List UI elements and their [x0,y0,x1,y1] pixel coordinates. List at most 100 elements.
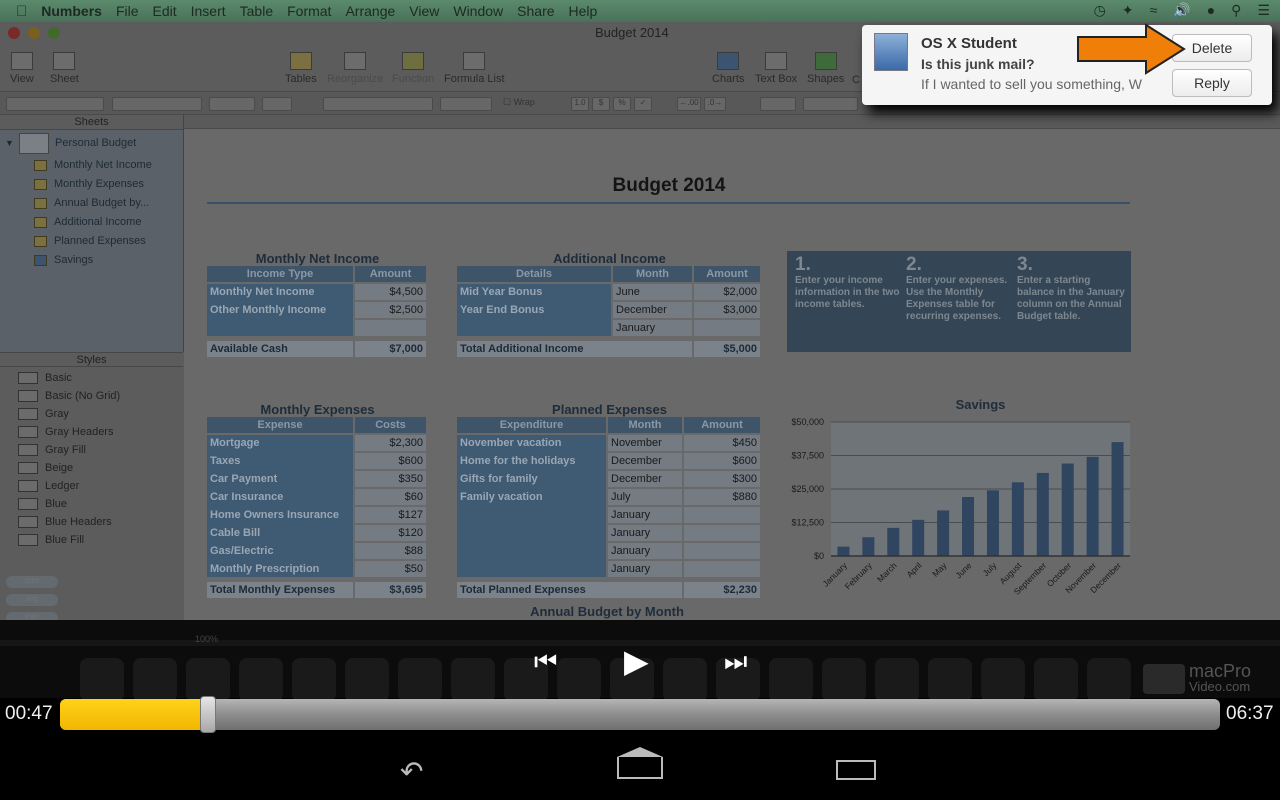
cell-value[interactable]: $300 [684,471,760,487]
total-label[interactable]: Total Planned Expenses [457,582,682,598]
dock-app-icon[interactable] [1034,658,1078,702]
seek-thumb[interactable] [199,696,216,733]
menu-share[interactable]: Share [517,3,554,19]
notification-center-icon[interactable]: ☰ [1257,2,1270,19]
cell-value[interactable]: $2,300 [355,435,426,451]
cell-value[interactable]: $600 [684,453,760,469]
cell-value[interactable] [355,320,426,336]
cell-value[interactable] [684,507,760,523]
border-select[interactable] [760,97,796,111]
menu-window[interactable]: Window [453,3,503,19]
column-header[interactable]: Amount [684,417,760,433]
shapes-button[interactable]: Shapes [807,52,844,85]
style-select[interactable] [6,97,104,111]
row-label[interactable] [457,320,611,336]
style-item[interactable]: Gray Headers [0,423,184,441]
row-label[interactable]: Family vacation [457,489,606,505]
row-label[interactable] [457,543,606,559]
row-label[interactable]: Home for the holidays [457,453,606,469]
row-label[interactable]: Other Monthly Income [207,302,353,318]
row-label[interactable]: Home Owners Insurance [207,507,353,523]
quick-function-sum[interactable]: sum [6,576,58,588]
apple-menu-icon[interactable]:  [16,3,27,20]
cell-value[interactable]: January [613,320,692,336]
volume-icon[interactable]: 🔊 [1173,2,1190,19]
menu-format[interactable]: Format [287,3,331,19]
total-value[interactable]: $3,695 [355,582,426,598]
text-box-button[interactable]: Text Box [755,52,797,85]
table-planned[interactable]: Planned Expenses Expenditure Month Amount No… [457,402,762,598]
menu-help[interactable]: Help [569,3,598,19]
view-button[interactable]: View [10,52,34,85]
style-item[interactable]: Beige [0,459,184,477]
menu-arrange[interactable]: Arrange [345,3,395,19]
sidebar-table-item[interactable]: Annual Budget by... [0,194,183,213]
column-header[interactable]: Income Type [207,266,353,282]
column-header[interactable]: Month [608,417,682,433]
seek-bar[interactable] [60,696,1220,733]
cell-value[interactable]: $600 [355,453,426,469]
tables-button[interactable]: Tables [285,52,317,85]
dock-app-icon[interactable] [557,658,601,702]
column-header[interactable]: Expense [207,417,353,433]
savings-chart[interactable]: Savings$0$12,500$25,000$37,500$50,000Jan… [780,391,1150,631]
stroke-select[interactable] [803,97,858,111]
cell-value[interactable]: December [608,453,682,469]
decrease-decimal-button[interactable]: .0→ [704,97,726,111]
cell-value[interactable]: January [608,507,682,523]
table-net-income[interactable]: Monthly Net Income Income Type Amount Month… [207,251,428,357]
column-header[interactable]: Amount [694,266,760,282]
spotlight-icon[interactable]: ⚲ [1231,2,1241,19]
dock-app-icon[interactable] [345,658,389,702]
total-label[interactable]: Total Monthly Expenses [207,582,353,598]
sidebar-table-item[interactable]: Additional Income [0,213,183,232]
vertical-alignment-buttons[interactable] [440,97,492,111]
reorganize-button[interactable]: Reorganize [327,52,383,85]
menu-insert[interactable]: Insert [191,3,226,19]
column-header[interactable]: Month [613,266,692,282]
user-icon[interactable]: ● [1207,2,1215,19]
dock-app-icon[interactable] [981,658,1025,702]
cell-value[interactable]: January [608,561,682,577]
dock-app-icon[interactable] [398,658,442,702]
dock-app-icon[interactable] [133,658,177,702]
cell-value[interactable]: January [608,525,682,541]
row-label[interactable] [207,320,353,336]
back-button[interactable]: ↶ [400,755,423,788]
row-label[interactable]: Mortgage [207,435,353,451]
cell-value[interactable]: $127 [355,507,426,523]
cell-value[interactable]: $880 [684,489,760,505]
instructions-box[interactable]: 1. Enter your income information in the t… [787,251,1131,352]
cell-value[interactable]: $2,000 [694,284,760,300]
dock-app-icon[interactable] [875,658,919,702]
time-machine-icon[interactable]: ◷ [1094,2,1106,19]
row-label[interactable] [457,507,606,523]
sheet-button[interactable]: Sheet [50,52,79,85]
dock-app-icon[interactable] [239,658,283,702]
alignment-buttons[interactable] [323,97,433,111]
text-color-well[interactable] [262,97,292,111]
cell-value[interactable]: December [608,471,682,487]
table-expenses[interactable]: Monthly Expenses Expense Costs Mortgage $2,3… [207,402,428,598]
cell-value[interactable]: November [608,435,682,451]
cell-value[interactable]: $4,500 [355,284,426,300]
style-item[interactable]: Blue Headers [0,513,184,531]
cell-value[interactable]: $2,500 [355,302,426,318]
notification-banner[interactable]: OS X Student Is this junk mail? If I wan… [862,23,1272,105]
style-item[interactable]: Basic (No Grid) [0,387,184,405]
style-item[interactable]: Blue [0,495,184,513]
total-value[interactable]: $5,000 [694,341,760,357]
style-item[interactable]: Ledger [0,477,184,495]
disclosure-triangle-icon[interactable]: ▼ [5,130,14,156]
percent-button[interactable]: % [613,97,631,111]
total-label[interactable]: Total Additional Income [457,341,692,357]
row-label[interactable] [457,525,606,541]
cell-value[interactable] [694,320,760,336]
checkbox-format-button[interactable]: ✓ [634,97,652,111]
sidebar-table-item[interactable]: Savings [0,251,183,270]
play-button[interactable]: ▶ [624,642,649,680]
cell-value[interactable]: $60 [355,489,426,505]
row-label[interactable]: Taxes [207,453,353,469]
home-button[interactable] [617,747,663,779]
formula-list-button[interactable]: Formula List [444,52,505,85]
